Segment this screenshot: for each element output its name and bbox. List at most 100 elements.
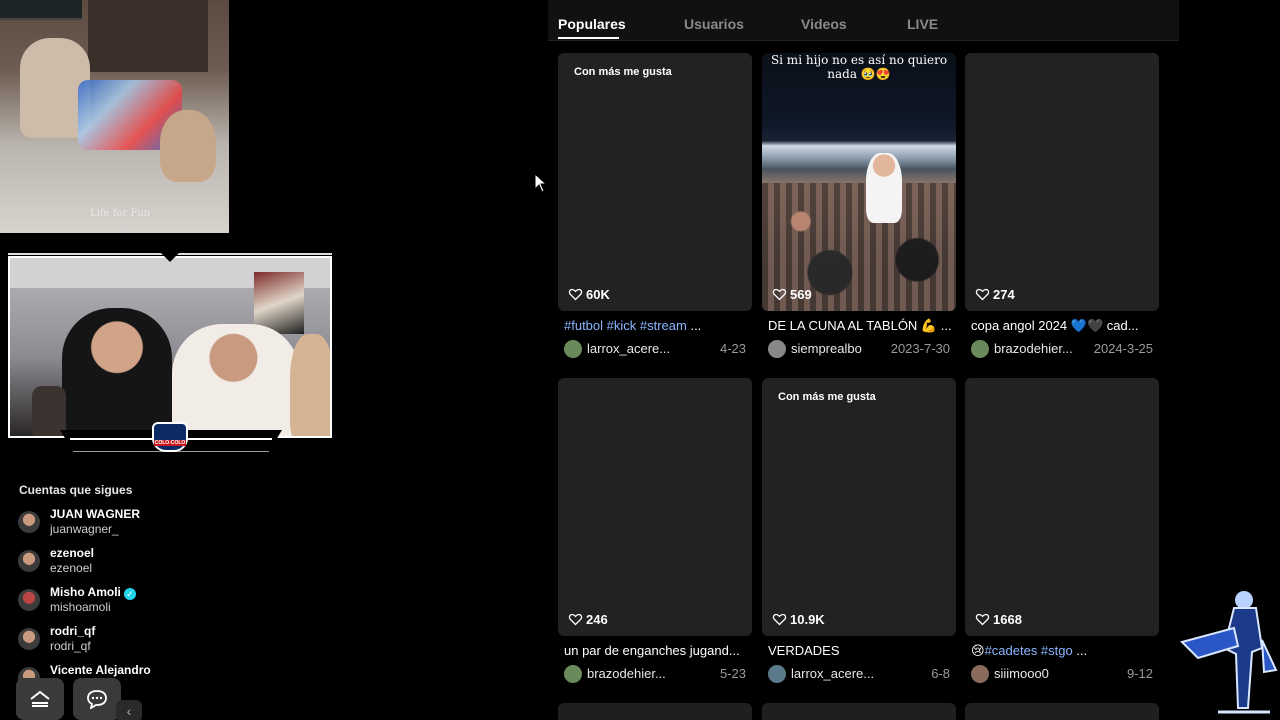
streamer-webcam xyxy=(8,256,332,438)
like-count-value: 246 xyxy=(586,612,608,627)
account-handle: juanwagner_ xyxy=(50,522,119,536)
mascot-character-icon xyxy=(1180,591,1278,714)
video-meta: siemprealbo 2023-7-30 xyxy=(768,339,950,359)
cat-figure xyxy=(290,334,330,436)
streamer-right xyxy=(172,324,300,436)
account-name: rodri_qf xyxy=(50,624,96,638)
top-liked-tag: Con más me gusta xyxy=(574,66,672,78)
account-name-text: Misho Amoli xyxy=(50,585,121,599)
avatar xyxy=(18,589,40,611)
heart-icon xyxy=(568,288,583,301)
video-hashtags[interactable]: #cadetes #stgo xyxy=(985,643,1073,658)
video-date: 6-8 xyxy=(931,666,950,681)
video-card[interactable] xyxy=(965,703,1159,720)
like-count: 569 xyxy=(772,287,812,302)
home-button[interactable] xyxy=(16,678,64,720)
overlay-video-clip: Life for Fun xyxy=(0,0,229,233)
video-thumbnail[interactable]: Con más me gusta 60K xyxy=(558,53,752,311)
video-description[interactable]: VERDADES xyxy=(768,643,954,658)
tab-populares[interactable]: Populares xyxy=(558,16,626,32)
video-meta: brazodehier... 2024-3-25 xyxy=(971,339,1153,359)
top-liked-tag: Con más me gusta xyxy=(778,391,876,403)
author-avatar[interactable] xyxy=(971,340,989,358)
chat-icon xyxy=(87,690,107,709)
author-name[interactable]: siiimooo0 xyxy=(994,666,1049,681)
video-date: 2023-7-30 xyxy=(890,341,950,356)
video-date: 5-23 xyxy=(719,666,746,681)
video-description[interactable]: #futbol #kick #stream ... xyxy=(564,318,750,333)
like-count: 274 xyxy=(975,287,1015,302)
heart-icon xyxy=(772,288,787,301)
author-avatar[interactable] xyxy=(768,665,786,683)
home-icon xyxy=(30,690,50,707)
video-description-text: ... xyxy=(1072,643,1088,658)
author-name[interactable]: larrox_acere... xyxy=(587,341,670,356)
video-thumbnail[interactable]: 1668 xyxy=(965,378,1159,636)
author-avatar[interactable] xyxy=(971,665,989,683)
account-name: JUAN WAGNER xyxy=(50,507,141,521)
heart-icon xyxy=(772,613,787,626)
account-name: Vicente Alejandro xyxy=(50,663,151,677)
tab-usuarios[interactable]: Usuarios xyxy=(684,16,744,32)
chat-button[interactable] xyxy=(73,678,121,720)
following-title: Cuentas que sigues xyxy=(19,483,133,497)
author-avatar[interactable] xyxy=(564,340,582,358)
like-count-value: 1668 xyxy=(993,612,1022,627)
video-description-text: ... xyxy=(686,318,702,333)
club-crest-icon: COLO-COLO xyxy=(152,422,188,452)
following-account[interactable]: ezenoel ezenoel xyxy=(18,546,218,582)
author-name[interactable]: brazodehier... xyxy=(994,341,1073,356)
verified-badge-icon: ✓ xyxy=(123,588,136,600)
heart-icon xyxy=(975,613,990,626)
video-meta: siiimooo0 9-12 xyxy=(971,664,1153,684)
following-account[interactable]: Misho Amoli ✓ mishoamoli xyxy=(18,585,218,621)
author-avatar[interactable] xyxy=(768,340,786,358)
video-card[interactable] xyxy=(762,703,956,720)
video-date: 4-23 xyxy=(719,341,746,356)
collapse-sidebar-button[interactable]: ‹ xyxy=(116,700,142,720)
video-thumbnail[interactable]: 274 xyxy=(965,53,1159,311)
video-description[interactable]: DE LA CUNA AL TABLÓN 💪 ... xyxy=(768,318,954,334)
stadium-thumbnail-image: Si mi hijo no es así no quiero nada 🥹😍 xyxy=(762,53,956,311)
video-thumbnail[interactable]: Si mi hijo no es así no quiero nada 🥹😍 5… xyxy=(762,53,956,311)
video-meta: brazodehier... 5-23 xyxy=(564,664,746,684)
following-account[interactable]: rodri_qf rodri_qf xyxy=(18,624,218,660)
streamer-left xyxy=(62,308,172,436)
author-avatar[interactable] xyxy=(564,665,582,683)
video-thumbnail[interactable]: Con más me gusta 10.9K xyxy=(762,378,956,636)
chevron-left-icon: ‹ xyxy=(126,703,132,719)
avatar xyxy=(18,628,40,650)
active-tab-indicator xyxy=(558,37,619,39)
video-meta: larrox_acere... 4-23 xyxy=(564,339,746,359)
like-count-value: 10.9K xyxy=(790,612,825,627)
tab-live[interactable]: LIVE xyxy=(907,16,938,32)
account-handle: mishoamoli xyxy=(50,600,111,614)
thumbnail-caption: Si mi hijo no es así no quiero nada 🥹😍 xyxy=(770,53,948,81)
account-name: Misho Amoli ✓ xyxy=(50,585,136,600)
crest-label: COLO-COLO xyxy=(154,440,186,446)
author-name[interactable]: brazodehier... xyxy=(587,666,666,681)
video-thumbnail[interactable]: 246 xyxy=(558,378,752,636)
avatar xyxy=(18,550,40,572)
video-hashtags[interactable]: #futbol #kick #stream xyxy=(564,318,687,333)
description-emoji: 😢 xyxy=(971,643,985,658)
author-name[interactable]: siemprealbo xyxy=(791,341,862,356)
video-date: 9-12 xyxy=(1126,666,1153,681)
video-description[interactable]: 😢#cadetes #stgo ... xyxy=(971,643,1157,659)
like-count-value: 60K xyxy=(586,287,610,302)
video-meta: larrox_acere... 6-8 xyxy=(768,664,950,684)
clip-watermark: Life for Fun xyxy=(90,208,151,219)
account-handle: ezenoel xyxy=(50,561,93,575)
video-description[interactable]: un par de enganches jugand... xyxy=(564,643,750,658)
heart-icon xyxy=(568,613,583,626)
avatar xyxy=(18,511,40,533)
video-description[interactable]: copa angol 2024 💙🖤 cad... xyxy=(971,318,1157,334)
author-name[interactable]: larrox_acere... xyxy=(791,666,874,681)
video-card[interactable] xyxy=(558,703,752,720)
like-count-value: 569 xyxy=(790,287,812,302)
cat-figure xyxy=(160,110,216,182)
tab-videos[interactable]: Videos xyxy=(801,16,847,32)
account-name: ezenoel xyxy=(50,546,95,560)
account-handle: rodri_qf xyxy=(50,639,91,653)
following-account[interactable]: JUAN WAGNER juanwagner_ xyxy=(18,507,218,543)
